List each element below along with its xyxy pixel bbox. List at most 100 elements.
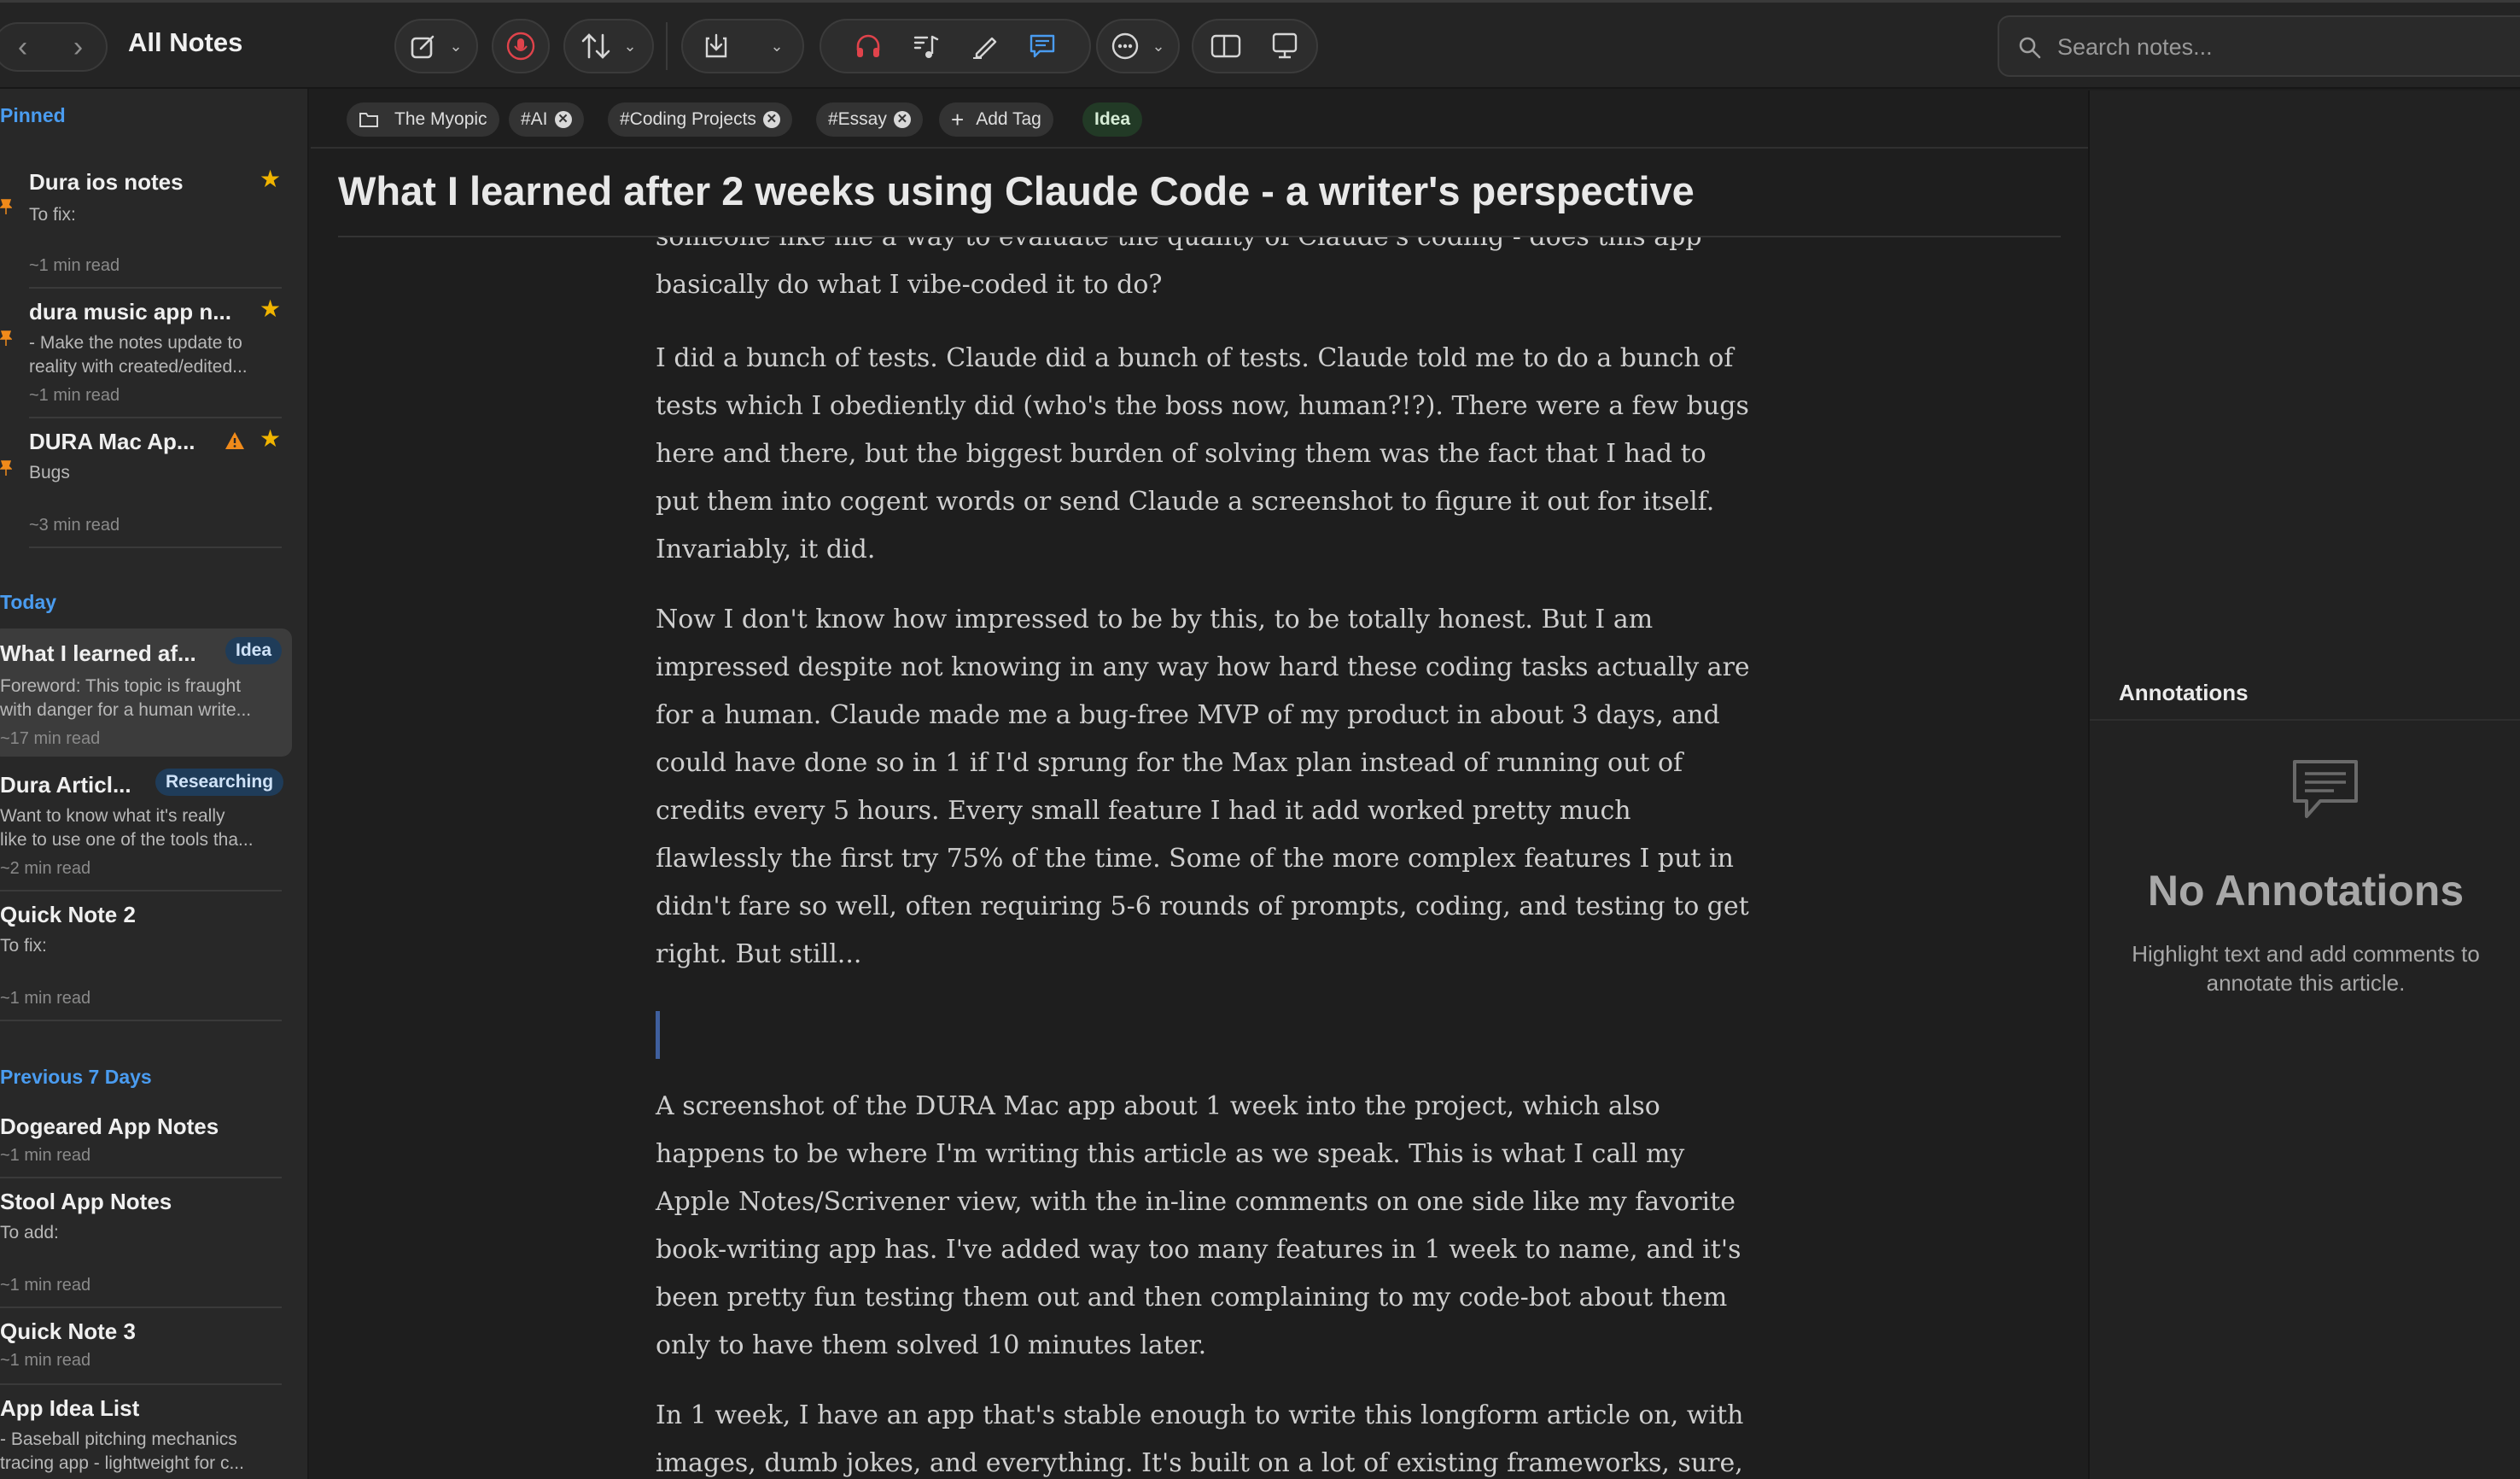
divider	[0, 1383, 282, 1385]
list-item[interactable]: dura music app n... ★ - Make the notes u…	[0, 292, 282, 420]
document-body[interactable]: someone like me a way to evaluate the qu…	[311, 237, 2088, 1479]
status-badge: Idea	[225, 637, 283, 664]
divider	[2090, 719, 2520, 721]
read-time: ~2 min read	[0, 859, 91, 878]
note-title: App Idea List	[0, 1395, 140, 1421]
remove-tag-icon[interactable]: ✕	[762, 111, 780, 128]
divider	[29, 287, 282, 289]
highlighter-icon[interactable]	[970, 32, 999, 61]
note-preview: To fix:	[29, 205, 76, 225]
note-title: What I learned af...	[0, 640, 196, 666]
tag-label: #Essay	[828, 109, 887, 129]
folder-chip[interactable]: The Myopic	[347, 102, 499, 137]
list-item-selected[interactable]: What I learned af... Idea Foreword: This…	[0, 628, 292, 758]
search-input[interactable]	[2056, 29, 2520, 65]
list-item[interactable]: Dogeared App Notes ~1 min read	[0, 1105, 282, 1182]
note-title: Quick Note 3	[0, 1318, 136, 1344]
window-top-edge	[0, 0, 2520, 3]
remove-tag-icon[interactable]: ✕	[893, 111, 911, 128]
star-icon: ★	[260, 425, 282, 452]
export-button[interactable]: ⌄	[681, 19, 804, 73]
notes-sidebar: Pinned Dura ios notes ★ To fix: ~1 min r…	[0, 89, 309, 1479]
view-title: All Notes	[128, 27, 243, 57]
text-cursor-block	[656, 1011, 660, 1059]
note-preview: like to use one of the tools tha...	[0, 830, 254, 850]
add-tag-label: Add Tag	[976, 109, 1041, 129]
sort-arrows-icon	[580, 32, 611, 61]
forward-chevron-icon[interactable]: ›	[73, 32, 83, 61]
layout-group	[1192, 19, 1318, 73]
pin-icon	[0, 460, 12, 476]
empty-state-hint: Highlight text and add comments to annot…	[2132, 941, 2480, 996]
read-time: ~1 min read	[29, 256, 120, 275]
note-preview: Want to know what it's really	[0, 806, 225, 826]
note-title: Dogeared App Notes	[0, 1114, 219, 1139]
note-title: dura music app n...	[29, 299, 231, 324]
note-title: Quick Note 2	[0, 902, 136, 927]
list-item[interactable]: Quick Note 3 ~1 min read	[0, 1310, 282, 1387]
status-badge: Researching	[155, 769, 284, 796]
list-item[interactable]: Dura Articl... Researching Want to know …	[0, 765, 284, 893]
chevron-down-icon: ⌄	[623, 37, 637, 55]
note-preview: tracing app - lightweight for c...	[0, 1453, 244, 1473]
section-header-today: Today	[0, 591, 57, 613]
read-time: ~3 min read	[29, 516, 120, 535]
note-preview: with danger for a human write...	[0, 700, 252, 720]
list-item[interactable]: Stool App Notes To add: ~1 min read	[0, 1184, 282, 1310]
list-item[interactable]: DURA Mac Ap... ★ Bugs ~3 min read	[0, 422, 282, 550]
microphone-icon	[506, 32, 535, 61]
more-options-button[interactable]: ⌄	[1096, 19, 1180, 73]
record-button[interactable]	[492, 19, 550, 73]
paragraph: I did a bunch of tests. Claude did a bun…	[656, 343, 1749, 564]
status-chip[interactable]: Idea	[1082, 102, 1143, 137]
empty-state-title: No Annotations	[2147, 867, 2465, 915]
new-note-button[interactable]: ⌄	[394, 19, 478, 73]
plus-icon: +	[951, 107, 965, 132]
sort-button[interactable]: ⌄	[563, 19, 654, 73]
divider	[0, 1177, 282, 1178]
tag-label: #AI	[521, 109, 548, 129]
tag-chip[interactable]: #AI ✕	[509, 102, 584, 137]
warning-icon	[225, 432, 244, 449]
note-title: Dura ios notes	[29, 169, 184, 195]
divider	[0, 1307, 282, 1308]
folder-name: The Myopic	[394, 109, 487, 129]
list-item[interactable]: Dura ios notes ★ To fix: ~1 min read	[0, 162, 282, 290]
back-chevron-icon[interactable]: ‹	[18, 32, 27, 61]
document-title[interactable]: What I learned after 2 weeks using Claud…	[338, 167, 1695, 214]
split-view-icon[interactable]	[1210, 33, 1241, 59]
star-icon: ★	[260, 166, 282, 192]
read-time: ~17 min read	[0, 729, 101, 748]
presentation-icon[interactable]	[1270, 32, 1299, 61]
ellipsis-circle-icon	[1111, 32, 1140, 61]
folder-icon	[359, 113, 378, 127]
note-preview: Bugs	[29, 463, 70, 482]
headphones-icon[interactable]	[854, 32, 883, 61]
note-preview: To add:	[0, 1223, 59, 1242]
note-title: DURA Mac Ap...	[29, 429, 195, 454]
read-time: ~1 min read	[29, 386, 120, 405]
read-time: ~1 min read	[0, 1146, 91, 1165]
annotations-panel: Annotations No Annotations Highlight tex…	[2088, 91, 2520, 1479]
remove-tag-icon[interactable]: ✕	[554, 111, 572, 128]
toolbar: ‹ › All Notes ⌄ ⌄ ⌄ ⌄ Search notes...	[0, 0, 2520, 89]
note-preview: To fix:	[0, 936, 47, 956]
paragraph: In 1 week, I have an app that's stable e…	[656, 1400, 1744, 1478]
tag-chip[interactable]: #Essay ✕	[816, 102, 923, 137]
chevron-down-icon: ⌄	[770, 37, 784, 55]
comment-bubble-icon	[2293, 760, 2358, 818]
comments-icon[interactable]	[1028, 32, 1057, 61]
chevron-down-icon: ⌄	[1152, 37, 1165, 55]
add-tag-button[interactable]: + Add Tag	[939, 102, 1053, 137]
note-title: Stool App Notes	[0, 1189, 172, 1214]
chevron-down-icon: ⌄	[449, 37, 463, 55]
annotations-heading: Annotations	[2119, 680, 2249, 705]
list-item[interactable]: Quick Note 2 To fix: ~1 min read	[0, 895, 282, 1023]
paragraph: A screenshot of the DURA Mac app about 1…	[656, 1091, 1741, 1360]
section-header-pinned: Pinned	[0, 104, 66, 126]
pin-icon	[0, 199, 12, 214]
list-item[interactable]: App Idea List - Baseball pitching mechan…	[0, 1388, 282, 1479]
writing-tools-group	[820, 19, 1091, 73]
text-to-speech-icon[interactable]	[912, 32, 941, 61]
tag-chip[interactable]: #Coding Projects ✕	[608, 102, 792, 137]
